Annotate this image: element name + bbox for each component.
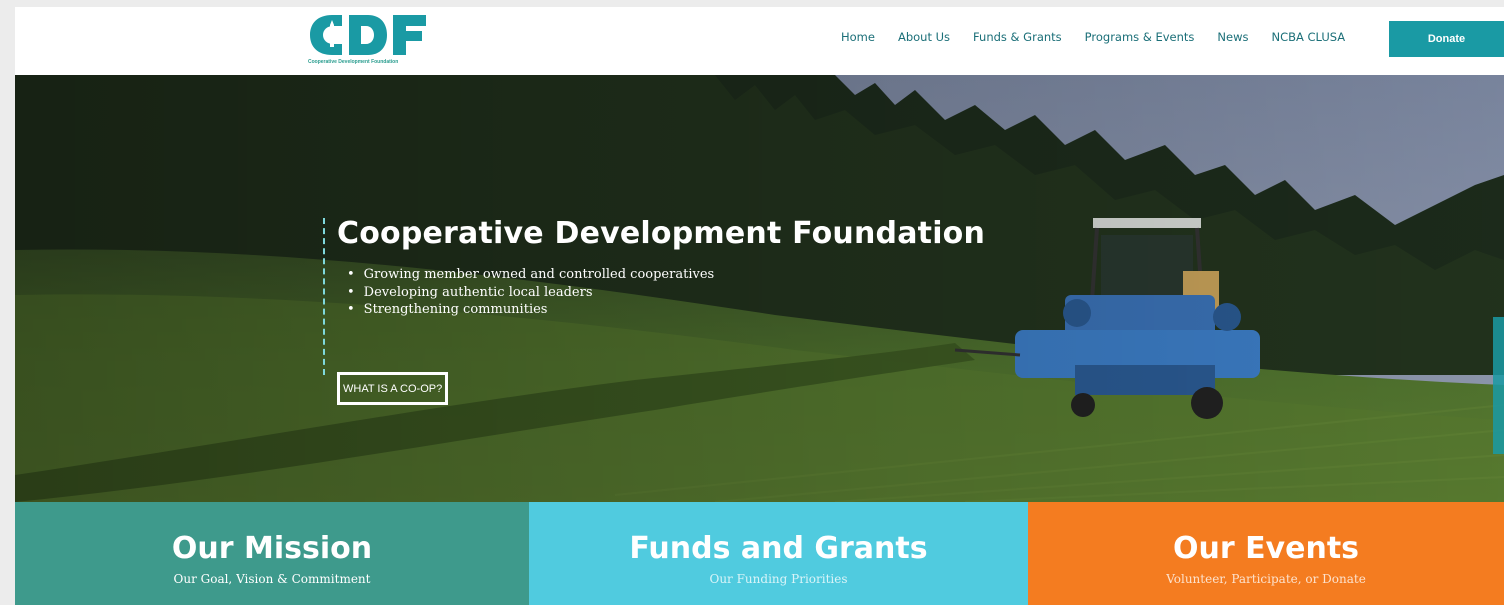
donate-button[interactable]: Donate bbox=[1389, 21, 1504, 57]
panel-subtitle: Our Goal, Vision & Commitment bbox=[173, 572, 371, 586]
panel-our-mission[interactable]: Our Mission Our Goal, Vision & Commitmen… bbox=[15, 502, 529, 605]
main-nav: Home About Us Funds & Grants Programs & … bbox=[841, 30, 1368, 44]
panel-title: Our Events bbox=[1172, 531, 1360, 566]
panel-our-events[interactable]: Our Events Volunteer, Participate, or Do… bbox=[1028, 502, 1504, 605]
what-is-a-coop-button[interactable]: WHAT IS A CO-OP? bbox=[337, 372, 449, 405]
cdf-logo-mark bbox=[310, 15, 426, 55]
hero-banner: Cooperative Development Foundation Growi… bbox=[15, 75, 1504, 502]
hero-bullet-list: Growing member owned and controlled coop… bbox=[347, 266, 715, 319]
feature-panels: Our Mission Our Goal, Vision & Commitmen… bbox=[15, 502, 1504, 605]
site-header: Cooperative Development Foundation Home … bbox=[15, 7, 1504, 75]
nav-funds-grants[interactable]: Funds & Grants bbox=[973, 30, 1062, 44]
hero-bullet: Growing member owned and controlled coop… bbox=[347, 266, 715, 284]
panel-funds-and-grants[interactable]: Funds and Grants Our Funding Priorities bbox=[529, 502, 1028, 605]
side-tab[interactable] bbox=[1493, 317, 1504, 454]
cdf-logo[interactable]: Cooperative Development Foundation bbox=[308, 11, 428, 69]
panel-subtitle: Volunteer, Participate, or Donate bbox=[1166, 572, 1366, 586]
nav-programs-events[interactable]: Programs & Events bbox=[1085, 30, 1195, 44]
nav-about-us[interactable]: About Us bbox=[898, 30, 950, 44]
nav-news[interactable]: News bbox=[1217, 30, 1248, 44]
panel-title: Funds and Grants bbox=[629, 531, 928, 566]
hero-background-image bbox=[15, 75, 1504, 502]
hero-bullet: Strengthening communities bbox=[347, 301, 714, 319]
nav-ncba-clusa[interactable]: NCBA CLUSA bbox=[1271, 30, 1345, 44]
hero-title: Cooperative Development Foundation bbox=[337, 216, 986, 251]
nav-home[interactable]: Home bbox=[841, 30, 875, 44]
panel-subtitle: Our Funding Priorities bbox=[709, 572, 848, 586]
hero-bullet: Developing authentic local leaders bbox=[347, 284, 714, 302]
hero-accent-line bbox=[323, 218, 325, 375]
page: Cooperative Development Foundation Home … bbox=[15, 7, 1504, 605]
logo-tagline: Cooperative Development Foundation bbox=[308, 59, 399, 65]
panel-title: Our Mission bbox=[171, 531, 373, 566]
